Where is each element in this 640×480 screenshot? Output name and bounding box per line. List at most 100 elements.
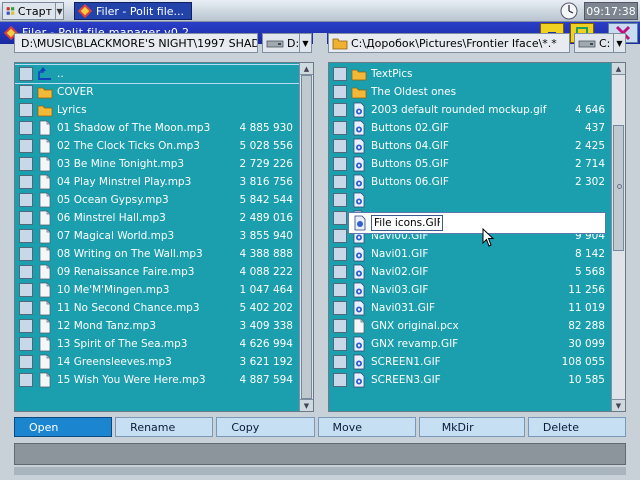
- select-checkbox[interactable]: [19, 373, 33, 387]
- folder-icon: [37, 84, 53, 100]
- taskbar-item-label: Filer - Polit file...: [96, 4, 185, 18]
- file-row[interactable]: SCREEN3.GIF 10 585: [329, 371, 611, 389]
- select-checkbox[interactable]: [333, 301, 347, 315]
- file-row[interactable]: 10 Me'M'Mingen.mp3 1 047 464: [15, 281, 299, 299]
- file-row[interactable]: Buttons 02.GIF 437: [329, 119, 611, 137]
- taskbar-item-filer[interactable]: Filer - Polit file...: [74, 2, 192, 20]
- select-checkbox[interactable]: [333, 193, 347, 207]
- left-scrollbar[interactable]: ▲ ▼: [299, 63, 313, 411]
- right-file-panel[interactable]: TextPics The Oldest ones 2003 default roun…: [328, 62, 626, 412]
- command-line[interactable]: [14, 443, 626, 465]
- select-checkbox[interactable]: [19, 247, 33, 261]
- select-checkbox[interactable]: [333, 85, 347, 99]
- file-row[interactable]: 05 Ocean Gypsy.mp3 5 842 544: [15, 191, 299, 209]
- file-row[interactable]: COVER: [15, 83, 299, 101]
- select-checkbox[interactable]: [19, 157, 33, 171]
- delete-button[interactable]: Delete: [527, 417, 627, 437]
- scroll-up-icon[interactable]: ▲: [300, 63, 313, 75]
- rename-button[interactable]: Rename: [115, 417, 214, 437]
- select-checkbox[interactable]: [19, 211, 33, 225]
- file-row[interactable]: Navi031.GIF 11 019: [329, 299, 611, 317]
- file-row[interactable]: ..: [15, 64, 300, 84]
- select-checkbox[interactable]: [19, 67, 33, 81]
- file-row[interactable]: GNX original.pcx 82 288: [329, 317, 611, 335]
- right-scrollbar[interactable]: ▲ ▼: [611, 63, 625, 411]
- select-checkbox[interactable]: [19, 337, 33, 351]
- left-scroll-thumb[interactable]: [301, 75, 312, 399]
- select-checkbox[interactable]: [333, 211, 347, 225]
- select-checkbox[interactable]: [333, 319, 347, 333]
- select-checkbox[interactable]: [333, 337, 347, 351]
- left-file-panel[interactable]: .. COVER Lyrics 01 Shadow of The Moon.mp3 4 …: [14, 62, 314, 412]
- select-checkbox[interactable]: [333, 355, 347, 369]
- mkdir-button[interactable]: MkDir: [418, 417, 525, 437]
- select-checkbox[interactable]: [19, 301, 33, 315]
- file-row[interactable]: GNX revamp.GIF 30 099: [329, 335, 611, 353]
- copy-button[interactable]: Copy: [216, 417, 315, 437]
- file-row[interactable]: Navi03.GIF 11 256: [329, 281, 611, 299]
- file-row[interactable]: 2003 default rounded mockup.gif 4 646: [329, 101, 611, 119]
- select-checkbox[interactable]: [19, 175, 33, 189]
- file-row[interactable]: 13 Spirit of The Sea.mp3 4 626 994: [15, 335, 299, 353]
- file-row[interactable]: 14 Greensleeves.mp3 3 621 192: [15, 353, 299, 371]
- file-row[interactable]: 07 Magical World.mp3 3 855 940: [15, 227, 299, 245]
- chevron-down-icon[interactable]: ▼: [55, 3, 63, 19]
- file-row[interactable]: Navi01.GIF 8 142: [329, 245, 611, 263]
- scroll-up-icon[interactable]: ▲: [612, 63, 625, 75]
- file-row[interactable]: 09 Renaissance Faire.mp3 4 088 222: [15, 263, 299, 281]
- select-checkbox[interactable]: [19, 139, 33, 153]
- file-row[interactable]: 01 Shadow of The Moon.mp3 4 885 930: [15, 119, 299, 137]
- file-row[interactable]: 08 Writing on The Wall.mp3 4 388 888: [15, 245, 299, 263]
- right-scroll-thumb[interactable]: [613, 125, 624, 251]
- select-checkbox[interactable]: [333, 175, 347, 189]
- file-size: 2 729 226: [239, 158, 293, 170]
- select-checkbox[interactable]: [333, 247, 347, 261]
- select-checkbox[interactable]: [333, 121, 347, 135]
- left-file-list: .. COVER Lyrics 01 Shadow of The Moon.mp3 4 …: [15, 63, 300, 411]
- open-button[interactable]: Open: [14, 417, 113, 437]
- select-checkbox[interactable]: [19, 193, 33, 207]
- select-checkbox[interactable]: [19, 121, 33, 135]
- rename-input[interactable]: [371, 215, 443, 231]
- file-row[interactable]: 02 The Clock Ticks On.mp3 5 028 556: [15, 137, 299, 155]
- start-button[interactable]: Старт ▼: [2, 2, 64, 20]
- select-checkbox[interactable]: [19, 103, 33, 117]
- select-checkbox[interactable]: [19, 265, 33, 279]
- file-row[interactable]: Buttons 06.GIF 2 302: [329, 173, 611, 191]
- select-checkbox[interactable]: [333, 67, 347, 81]
- file-row[interactable]: Navi02.GIF 5 568: [329, 263, 611, 281]
- file-row[interactable]: The Oldest ones: [329, 83, 611, 101]
- scroll-down-icon[interactable]: ▼: [300, 399, 313, 411]
- select-checkbox[interactable]: [333, 229, 347, 243]
- select-checkbox[interactable]: [333, 373, 347, 387]
- select-checkbox[interactable]: [333, 265, 347, 279]
- select-checkbox[interactable]: [333, 139, 347, 153]
- select-checkbox[interactable]: [333, 157, 347, 171]
- file-row[interactable]: 12 Mond Tanz.mp3 3 409 338: [15, 317, 299, 335]
- file-row[interactable]: 11 No Second Chance.mp3 5 402 202: [15, 299, 299, 317]
- file-row[interactable]: TextPics: [329, 65, 611, 83]
- select-checkbox[interactable]: [19, 283, 33, 297]
- scroll-down-icon[interactable]: ▼: [612, 399, 625, 411]
- right-drive-select[interactable]: C: ▼: [574, 33, 626, 53]
- select-checkbox[interactable]: [333, 103, 347, 117]
- move-button[interactable]: Move: [317, 417, 416, 437]
- select-checkbox[interactable]: [19, 229, 33, 243]
- select-checkbox[interactable]: [19, 319, 33, 333]
- select-checkbox[interactable]: [19, 355, 33, 369]
- file-row[interactable]: 03 Be Mine Tonight.mp3 2 729 226: [15, 155, 299, 173]
- file-size: 8 142: [574, 248, 605, 260]
- left-drive-select[interactable]: D: ▼: [262, 33, 312, 53]
- file-row[interactable]: 15 Wish You Were Here.mp3 4 887 594: [15, 371, 299, 389]
- file-row[interactable]: Lyrics: [15, 101, 299, 119]
- file-row[interactable]: Buttons 04.GIF 2 425: [329, 137, 611, 155]
- file-row[interactable]: Buttons 05.GIF 2 714: [329, 155, 611, 173]
- file-row[interactable]: SCREEN1.GIF 108 055: [329, 353, 611, 371]
- left-path-field[interactable]: D:\MUSIC\BLACKMORE'S NIGHT\1997 SHAD...: [14, 33, 258, 53]
- file-row[interactable]: 06 Minstrel Hall.mp3 2 489 016: [15, 209, 299, 227]
- file-row[interactable]: [329, 191, 611, 209]
- select-checkbox[interactable]: [333, 283, 347, 297]
- file-row[interactable]: 04 Play Minstrel Play.mp3 3 816 756: [15, 173, 299, 191]
- select-checkbox[interactable]: [19, 85, 33, 99]
- right-path-field[interactable]: C:\Доробок\Pictures\Frontier Iface\*.*: [328, 33, 570, 53]
